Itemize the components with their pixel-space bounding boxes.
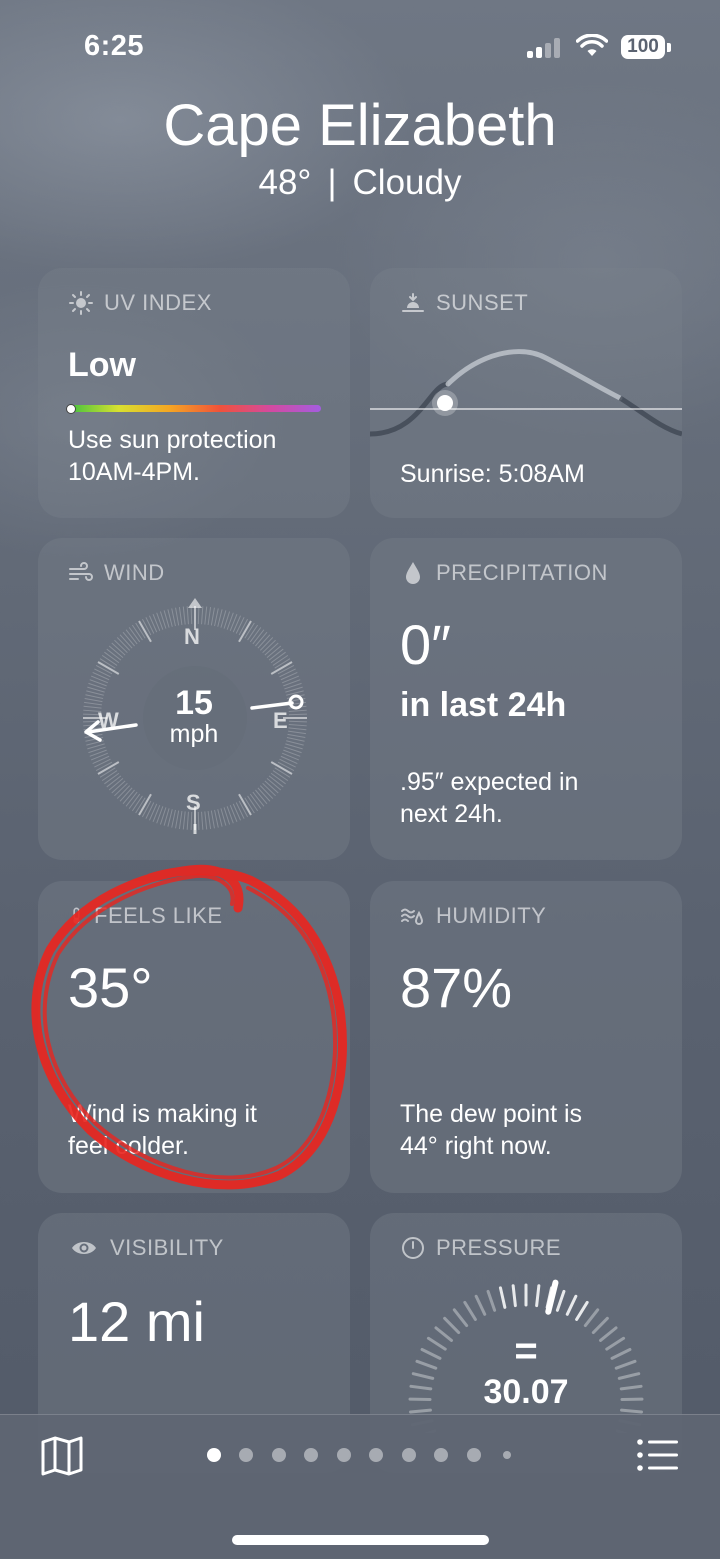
- red-circle-annotation: [0, 0, 720, 1558]
- page-dot[interactable]: [467, 1448, 481, 1462]
- page-dot[interactable]: [402, 1448, 416, 1462]
- page-dot[interactable]: [337, 1448, 351, 1462]
- page-dot[interactable]: [503, 1451, 511, 1459]
- page-dot[interactable]: [272, 1448, 286, 1462]
- list-icon[interactable]: [636, 1438, 680, 1472]
- page-dot[interactable]: [207, 1448, 221, 1462]
- page-dot[interactable]: [239, 1448, 253, 1462]
- map-icon[interactable]: [40, 1436, 84, 1476]
- page-dot[interactable]: [434, 1448, 448, 1462]
- page-dot[interactable]: [369, 1448, 383, 1462]
- page-dot[interactable]: [304, 1448, 318, 1462]
- home-indicator[interactable]: [232, 1535, 489, 1545]
